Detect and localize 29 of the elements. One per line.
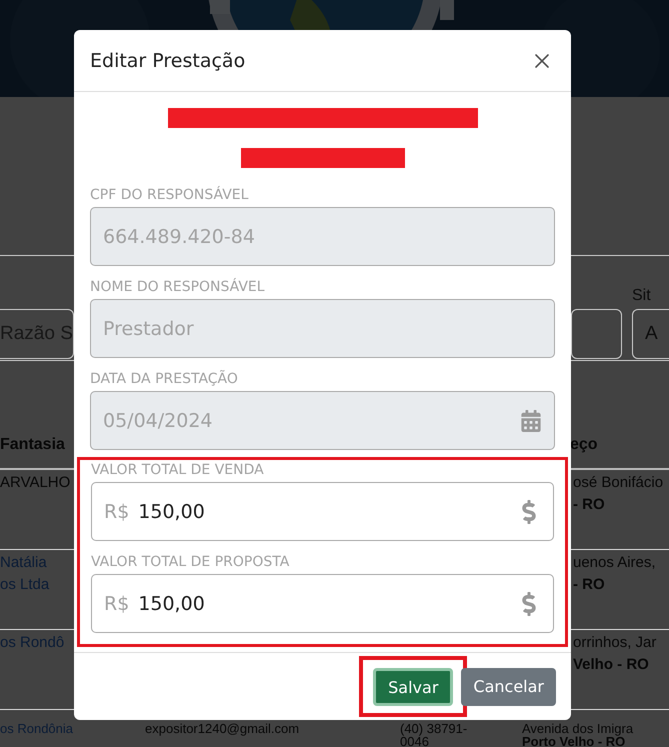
field-label: CPF DO RESPONSÁVEL	[90, 187, 248, 203]
street-text: Avenida dos Imigra	[522, 722, 634, 735]
column-header: Fantasia	[0, 436, 65, 454]
company-name: ARVALHO	[0, 474, 70, 492]
city-text: - RO	[573, 496, 605, 514]
street-text: orrinhos, Jar	[573, 634, 656, 652]
company-name[interactable]: os Rondô	[0, 634, 64, 652]
street-text: osé Bonifácio	[573, 474, 664, 492]
street-text: uenos Aires,	[573, 554, 656, 572]
company-name[interactable]: Natália	[0, 554, 47, 572]
company-name[interactable]: os Ltda	[0, 576, 50, 594]
save-button[interactable]: Salvar	[373, 668, 454, 706]
city-text: - RO	[573, 576, 605, 594]
cancel-button[interactable]: Cancelar	[461, 668, 556, 706]
phone-text: 0046	[400, 735, 429, 747]
dialog-title: Editar Prestação	[90, 50, 246, 72]
currency-field[interactable]: R$ 150,00	[91, 574, 554, 633]
field-label: VALOR TOTAL DE PROPOSTA	[91, 554, 290, 570]
field-label: NOME DO RESPONSÁVEL	[90, 279, 265, 295]
currency-field[interactable]: R$ 150,00	[91, 482, 554, 541]
calendar-icon	[520, 410, 542, 432]
column-header: eço	[570, 436, 598, 454]
email-text: expositor1240@gmail.com	[145, 722, 300, 735]
field-label: VALOR TOTAL DE VENDA	[91, 462, 264, 478]
company-name[interactable]: os Rondônia	[0, 722, 73, 735]
phone-text: (40) 38791-	[400, 722, 468, 735]
city-text: Porto Velho - RO	[522, 735, 626, 747]
city-text: Velho - RO	[573, 656, 649, 674]
field-label: DATA DA PRESTAÇÃO	[90, 371, 238, 387]
